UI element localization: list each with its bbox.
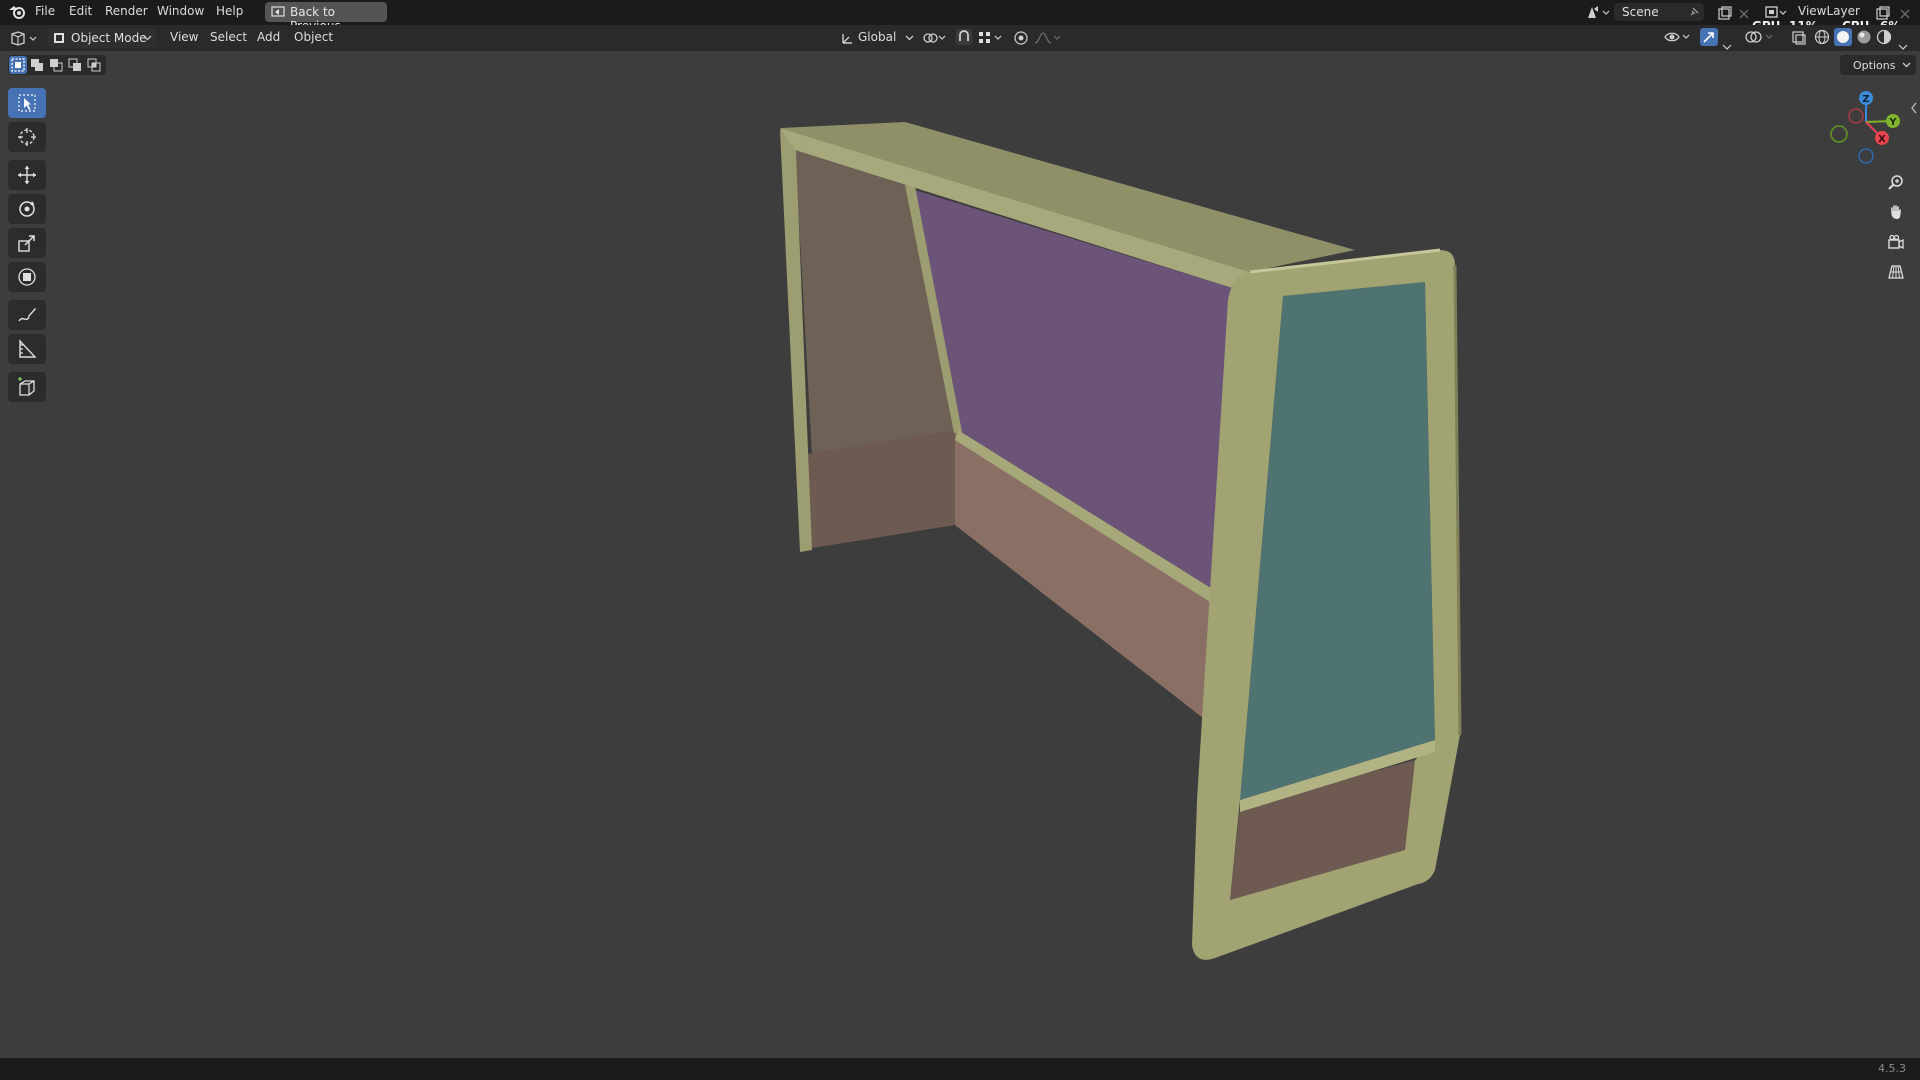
camera-icon — [1888, 234, 1904, 250]
gizmo-y-label: Y — [1888, 117, 1897, 128]
viewport-scene[interactable] — [0, 0, 1920, 1080]
pan-button[interactable] — [1882, 198, 1910, 226]
grid-perspective-icon — [1888, 265, 1904, 279]
gizmo-neg-x[interactable] — [1848, 108, 1864, 124]
gizmo-neg-y[interactable] — [1830, 125, 1848, 143]
gizmo-neg-z[interactable] — [1858, 148, 1874, 164]
gizmo-x-label: X — [1878, 134, 1886, 145]
camera-view-button[interactable] — [1882, 228, 1910, 256]
zoom-button[interactable] — [1882, 168, 1910, 196]
gizmo-z-label: Z — [1862, 94, 1869, 105]
sidebar-expand-icon[interactable] — [1910, 102, 1918, 114]
hand-icon — [1891, 205, 1901, 219]
navigation-gizmo[interactable]: Z Y X — [1822, 86, 1908, 168]
zoom-icon — [1888, 175, 1903, 190]
status-bar: 4.5.3 — [0, 1058, 1920, 1080]
version-label: 4.5.3 — [1878, 1062, 1906, 1075]
perspective-toggle-button[interactable] — [1882, 258, 1910, 286]
